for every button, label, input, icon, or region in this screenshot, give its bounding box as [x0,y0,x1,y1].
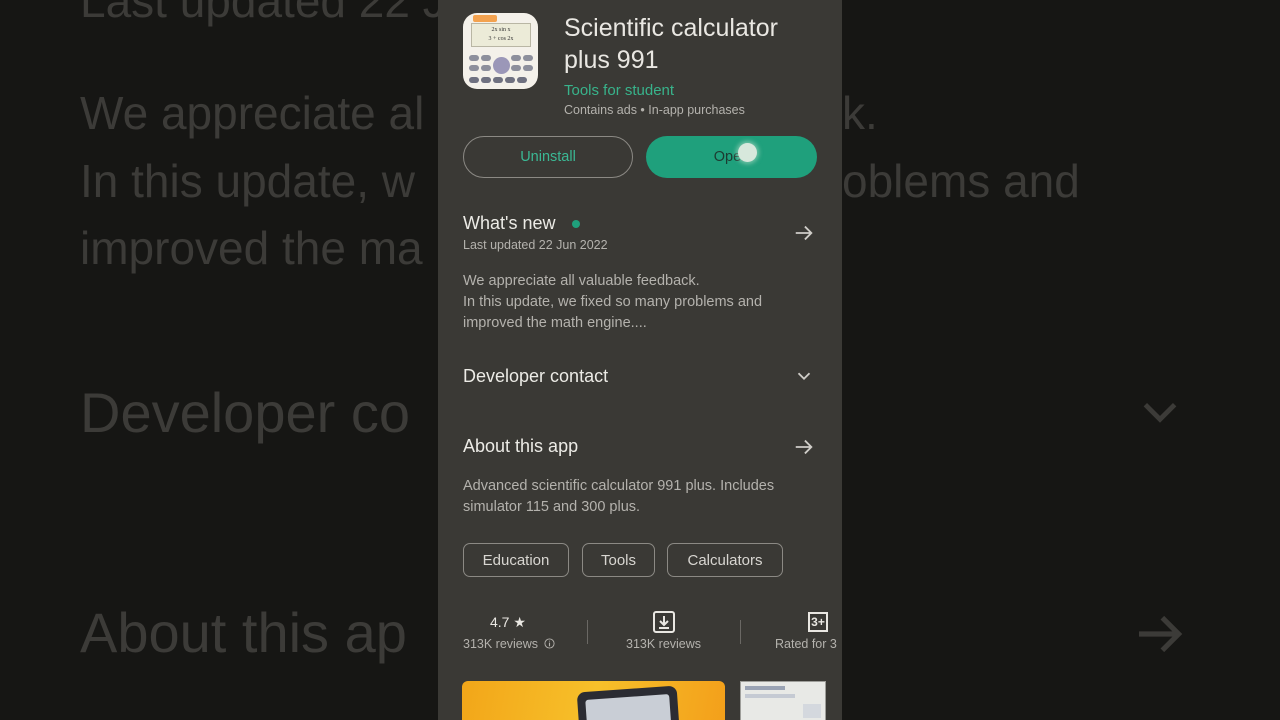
content-rating-badge: 3+ [808,612,828,632]
device-illustration [576,685,680,720]
about-line: Advanced scientific calculator 991 plus.… [463,478,775,494]
rating-number: 4.7 [490,614,510,630]
about-app-text: Advanced scientific calculator 991 plus.… [463,476,823,518]
stats-divider [587,620,588,644]
app-icon-formula-bottom: 3 + cos 2x [488,36,514,42]
bg-text-updated: Last updated 22 Ju [80,0,472,27]
screenshot-thumbnail-2[interactable] [740,681,826,720]
new-indicator-dot [572,220,580,228]
app-meta: Contains ads • In-app purchases [564,103,745,117]
tag-chip-tools[interactable]: Tools [582,543,655,577]
whats-new-line: improved the math engine.... [463,315,647,331]
bg-chevron-down-icon [1143,402,1177,423]
play-store-app-page: 2x sin x 3 + cos 2x Scientific calculato… [438,0,842,720]
app-icon-screen: 2x sin x 3 + cos 2x [471,23,531,47]
rating-reviews[interactable]: 313K reviews [463,637,555,651]
bg-text-update: In this update, w [80,155,415,207]
chevron-down-icon[interactable] [793,365,815,387]
downloads-label: 313K reviews [626,637,702,651]
download-icon [653,611,675,633]
star-icon: ★ [513,614,526,630]
app-icon-keypad [469,53,533,87]
stats-divider [740,620,741,644]
rating-value: 4.7 ★ [490,614,526,631]
tag-chip-education[interactable]: Education [463,543,569,577]
whats-new-line: In this update, we fixed so many problem… [463,294,763,310]
arrow-right-icon[interactable] [793,436,815,458]
bg-arrow-right-icon [1139,615,1183,653]
app-title: Scientific calculator plus 991 [564,14,778,74]
content-rating-label: Rated for 3 [775,637,837,651]
whats-new-text: We appreciate all valuable feedback. In … [463,271,823,334]
bg-text-improved: improved the ma [80,222,423,274]
tag-chip-calculators[interactable]: Calculators [667,543,783,577]
rating-reviews-label: 313K reviews [463,637,539,651]
about-app-title[interactable]: About this app [463,436,578,457]
screenshot-thumbnail-1[interactable] [462,681,725,720]
arrow-right-icon[interactable] [793,222,815,244]
app-icon-formula-top: 2x sin x [491,27,511,33]
whats-new-line: We appreciate all valuable feedback. [463,273,700,289]
bg-text-about: About this ap [80,601,407,664]
whats-new-title[interactable]: What's new [463,213,555,234]
whats-new-updated: Last updated 22 Jun 2022 [463,238,608,252]
info-icon [543,638,555,649]
uninstall-button[interactable]: Uninstall [463,136,633,178]
app-icon-tab [473,15,497,22]
open-button[interactable]: Open [646,136,817,178]
developer-link[interactable]: Tools for student [564,82,674,99]
bg-text-developer: Developer co [80,381,410,444]
bg-text-appreciate: We appreciate al [80,87,425,139]
bg-text-appreciate-end: k. [842,87,878,139]
touch-indicator [738,143,757,162]
developer-contact-title[interactable]: Developer contact [463,366,608,387]
app-icon[interactable]: 2x sin x 3 + cos 2x [463,13,538,89]
bg-text-update-end: oblems and [842,155,1080,207]
about-line: simulator 115 and 300 plus. [463,499,641,515]
